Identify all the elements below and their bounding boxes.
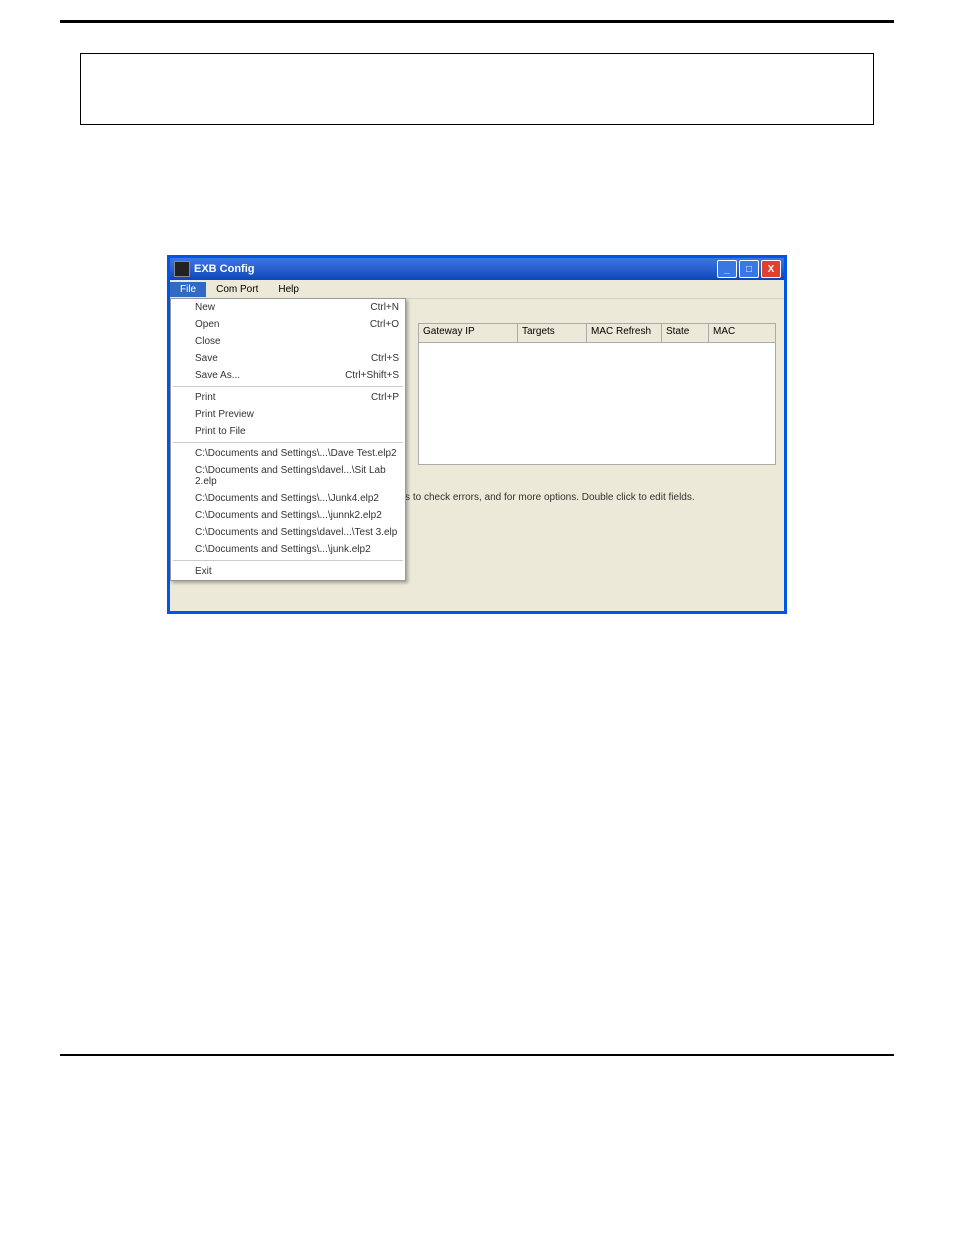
th-gateway[interactable]: Gateway IP xyxy=(419,324,518,342)
menu-save[interactable]: SaveCtrl+S xyxy=(171,350,405,367)
screenshot: EXB Config _ □ X File Com Port Help NewC… xyxy=(167,255,787,614)
minimize-button[interactable]: _ xyxy=(717,260,737,278)
titlebar: EXB Config _ □ X xyxy=(170,258,784,280)
menu-recent-0[interactable]: C:\Documents and Settings\...\Dave Test.… xyxy=(171,445,405,462)
app-icon xyxy=(174,261,190,277)
file-dropdown: NewCtrl+N OpenCtrl+O Close SaveCtrl+S Sa… xyxy=(170,298,406,581)
menu-exit[interactable]: Exit xyxy=(171,563,405,580)
menu-saveas[interactable]: Save As...Ctrl+Shift+S xyxy=(171,367,405,384)
menu-help[interactable]: Help xyxy=(268,282,309,297)
th-mac[interactable]: MAC xyxy=(709,324,775,342)
menubar: File Com Port Help xyxy=(170,280,784,299)
app-window: EXB Config _ □ X File Com Port Help NewC… xyxy=(167,255,787,614)
menu-recent-1[interactable]: C:\Documents and Settings\davel...\Sit L… xyxy=(171,462,405,490)
callout-box xyxy=(80,53,874,125)
menu-print-preview[interactable]: Print Preview xyxy=(171,406,405,423)
th-macrefresh[interactable]: MAC Refresh xyxy=(587,324,662,342)
menu-comport[interactable]: Com Port xyxy=(206,282,268,297)
th-targets[interactable]: Targets xyxy=(518,324,587,342)
th-state[interactable]: State xyxy=(662,324,709,342)
menu-recent-5[interactable]: C:\Documents and Settings\...\junk.elp2 xyxy=(171,541,405,558)
menu-recent-3[interactable]: C:\Documents and Settings\...\junnk2.elp… xyxy=(171,507,405,524)
menu-print[interactable]: PrintCtrl+P xyxy=(171,389,405,406)
menu-new[interactable]: NewCtrl+N xyxy=(171,299,405,316)
menu-recent-2[interactable]: C:\Documents and Settings\...\Junk4.elp2 xyxy=(171,490,405,507)
window-title: EXB Config xyxy=(194,263,255,275)
menu-recent-4[interactable]: C:\Documents and Settings\davel...\Test … xyxy=(171,524,405,541)
maximize-button[interactable]: □ xyxy=(739,260,759,278)
close-button[interactable]: X xyxy=(761,260,781,278)
menu-close[interactable]: Close xyxy=(171,333,405,350)
members-table: Gateway IP Targets MAC Refresh State MAC xyxy=(418,323,776,465)
menu-file[interactable]: File xyxy=(170,282,206,297)
table-header: Gateway IP Targets MAC Refresh State MAC xyxy=(419,324,775,343)
menu-open[interactable]: OpenCtrl+O xyxy=(171,316,405,333)
menu-print-to-file[interactable]: Print to File xyxy=(171,423,405,440)
